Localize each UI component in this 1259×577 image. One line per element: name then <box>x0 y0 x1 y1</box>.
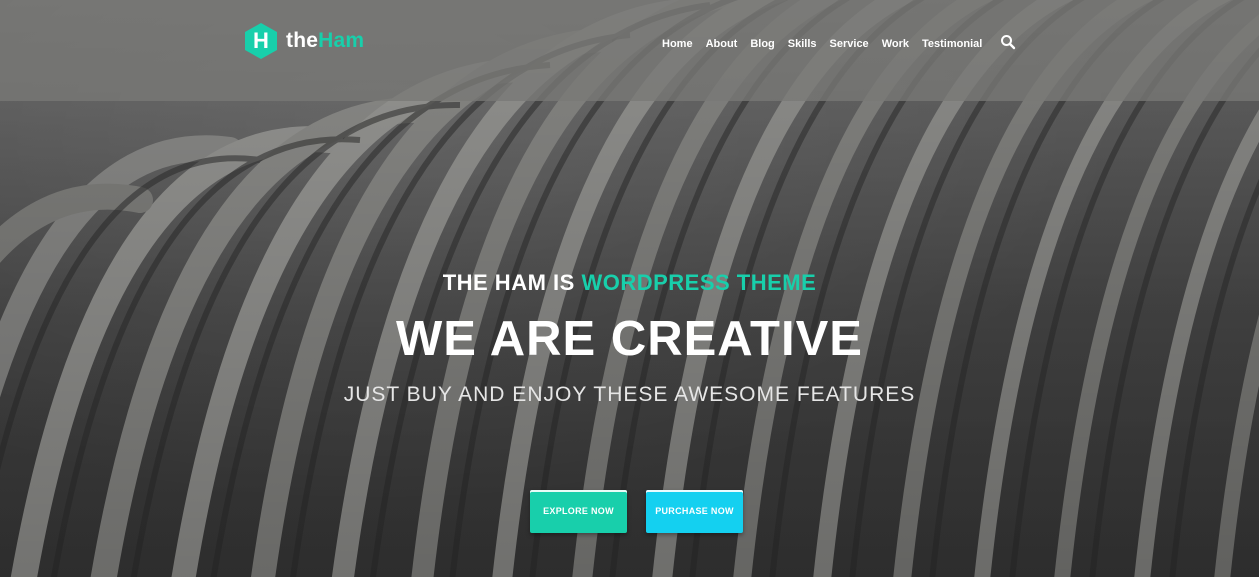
logo-letter: H <box>253 28 269 53</box>
site-logo[interactable]: H theHam <box>244 22 364 60</box>
logo-prefix: the <box>286 29 319 52</box>
explore-now-button[interactable]: EXPLORE NOW <box>530 490 627 533</box>
main-nav: Home About Blog Skills Service Work Test… <box>662 37 982 51</box>
nav-item-skills[interactable]: Skills <box>788 38 817 50</box>
nav-item-work[interactable]: Work <box>882 38 909 50</box>
nav-item-testimonial[interactable]: Testimonial <box>922 38 982 50</box>
tagline-prefix: THE HAM IS <box>442 270 575 295</box>
hero-tagline: THE HAM IS WORDPRESS THEME <box>0 270 1259 296</box>
header-bar: H theHam Home About Blog Skills Service … <box>0 0 1259 101</box>
hero-subheadline: JUST BUY AND ENJOY THESE AWESOME FEATURE… <box>343 383 916 406</box>
nav-item-blog[interactable]: Blog <box>750 38 774 50</box>
search-icon[interactable] <box>1000 34 1016 50</box>
logo-suffix: Ham <box>318 29 365 52</box>
nav-item-about[interactable]: About <box>706 38 738 50</box>
hexagon-logo-icon: H <box>244 22 278 60</box>
hero-headline: WE ARE CREATIVE <box>396 312 863 366</box>
nav-item-service[interactable]: Service <box>830 38 869 50</box>
nav-item-home[interactable]: Home <box>662 38 693 50</box>
tagline-highlight: WORDPRESS THEME <box>581 270 817 295</box>
purchase-now-button[interactable]: PURCHASE NOW <box>646 490 743 533</box>
logo-wordmark: theHam <box>286 29 364 53</box>
